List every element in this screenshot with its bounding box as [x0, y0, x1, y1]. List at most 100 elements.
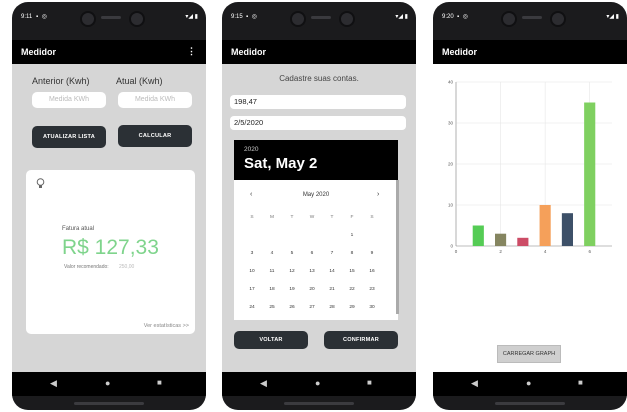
- scrollbar[interactable]: [396, 180, 399, 314]
- calendar-day[interactable]: 1: [342, 230, 362, 242]
- picker-year[interactable]: 2020: [244, 146, 258, 153]
- app-title: Medidor: [442, 47, 477, 57]
- date-picker-dialog: 2020 Sat, May 2 ‹ May 2020 › SMTWTFS1234…: [234, 140, 398, 320]
- anterior-input[interactable]: Medida KWh: [32, 92, 106, 108]
- recents-icon[interactable]: ■: [578, 378, 583, 387]
- status-time: 9:20: [442, 14, 454, 20]
- calendar-day[interactable]: 21: [322, 284, 342, 296]
- calendar-day[interactable]: 12: [282, 266, 302, 278]
- calendar-day[interactable]: 25: [262, 302, 282, 314]
- back-icon[interactable]: ◀: [471, 378, 478, 389]
- bottom-bezel: [495, 402, 565, 405]
- recents-icon[interactable]: ■: [367, 378, 372, 387]
- calendar-day[interactable]: 30: [362, 302, 382, 314]
- weekday-label: M: [270, 215, 274, 220]
- x-tick-label: 6: [588, 249, 591, 254]
- status-time: 9:11: [21, 14, 33, 20]
- y-tick-label: 10: [448, 203, 454, 208]
- y-tick-label: 0: [450, 244, 453, 249]
- calendar-day[interactable]: 4: [262, 248, 282, 260]
- home-icon[interactable]: ●: [526, 378, 531, 388]
- calendar-day[interactable]: 9: [362, 248, 382, 260]
- status-icons-right: ▾◢ ▮: [185, 14, 198, 20]
- anterior-label: Anterior (Kwh): [32, 76, 90, 86]
- y-tick-label: 30: [448, 121, 454, 126]
- calendar-day[interactable]: 22: [342, 284, 362, 296]
- calendar-day[interactable]: 14: [322, 266, 342, 278]
- calcular-button[interactable]: CALCULAR: [118, 125, 192, 147]
- calendar-day-selected[interactable]: 2: [362, 226, 382, 244]
- carregar-graph-button[interactable]: CARREGAR GRAPH: [497, 345, 561, 363]
- calendar-day[interactable]: 16: [362, 266, 382, 278]
- screen-content: Anterior (Kwh) Atual (Kwh) Medida KWh Me…: [12, 64, 206, 372]
- home-icon[interactable]: ●: [315, 378, 320, 388]
- weekday-label: T: [330, 215, 334, 220]
- camera-icon: [290, 11, 306, 27]
- calendar-day[interactable]: 29: [342, 302, 362, 314]
- calendar-day[interactable]: 18: [262, 284, 282, 296]
- atual-input[interactable]: Medida KWh: [118, 92, 192, 108]
- calendar-day[interactable]: 11: [262, 266, 282, 278]
- calendar-day[interactable]: 24: [242, 302, 262, 314]
- calendar-day[interactable]: 15: [342, 266, 362, 278]
- status-icons-left: ▪ ◎: [246, 14, 259, 20]
- bar: [495, 233, 507, 246]
- cadastre-header: Cadastre suas contas.: [279, 74, 359, 83]
- ver-estatisticas-link[interactable]: Ver estatísticas >>: [144, 323, 189, 329]
- next-month-icon[interactable]: ›: [377, 191, 379, 198]
- picker-header: 2020 Sat, May 2: [234, 140, 398, 180]
- back-icon[interactable]: ◀: [260, 378, 267, 389]
- camera-icon: [550, 11, 566, 27]
- calendar-day[interactable]: 27: [302, 302, 322, 314]
- status-icons-right: ▾◢ ▮: [395, 14, 408, 20]
- app-title: Medidor: [231, 47, 266, 57]
- calendar-day[interactable]: 3: [242, 248, 262, 260]
- atualizar-lista-button[interactable]: ATUALIZAR LISTA: [32, 126, 106, 148]
- weekday-label: F: [350, 215, 354, 220]
- phone-screen-2: 9:15 ▪ ◎ ▾◢ ▮ Medidor Cadastre suas cont…: [222, 2, 416, 410]
- calendar-day[interactable]: 5: [282, 248, 302, 260]
- y-tick-label: 40: [448, 80, 454, 85]
- picker-selected-date: Sat, May 2: [244, 155, 318, 172]
- calendar-day[interactable]: 13: [302, 266, 322, 278]
- voltar-button[interactable]: VOLTAR: [234, 331, 308, 349]
- bar: [584, 102, 596, 246]
- calendar-day[interactable]: 26: [282, 302, 302, 314]
- calendar-day[interactable]: 7: [322, 248, 342, 260]
- camera-icon: [80, 11, 96, 27]
- calendar-day[interactable]: 28: [322, 302, 342, 314]
- screen-content: Cadastre suas contas. 198,47 2/5/2020 20…: [222, 64, 416, 372]
- calendar-day[interactable]: 20: [302, 284, 322, 296]
- calendar-day[interactable]: 17: [242, 284, 262, 296]
- calendar-day[interactable]: 8: [342, 248, 362, 260]
- recents-icon[interactable]: ■: [157, 378, 162, 387]
- recomendado-label: Valor recomendado:: [64, 264, 109, 270]
- app-bar: Medidor: [222, 40, 416, 64]
- status-bar: 9:15 ▪ ◎ ▾◢ ▮: [222, 2, 416, 36]
- calendar-day[interactable]: 6: [302, 248, 322, 260]
- bar-chart-svg: 0 10 20 30 40 0 2 4 6: [448, 80, 612, 254]
- fatura-label: Fatura atual: [62, 226, 95, 232]
- month-label: May 2020: [302, 192, 330, 198]
- back-icon[interactable]: ◀: [50, 378, 57, 389]
- speaker-grille: [101, 16, 121, 19]
- nav-bar: ◀ ● ■: [222, 372, 416, 396]
- nav-bar: ◀ ● ■: [12, 372, 206, 396]
- speaker-grille: [522, 16, 542, 19]
- calendar-day[interactable]: 19: [282, 284, 302, 296]
- y-tick-label: 20: [448, 162, 454, 167]
- calendar-day[interactable]: 23: [362, 284, 382, 296]
- camera-icon: [501, 11, 517, 27]
- data-input[interactable]: 2/5/2020: [230, 116, 406, 130]
- home-icon[interactable]: ●: [105, 378, 110, 388]
- more-menu-icon[interactable]: ⋮: [187, 46, 196, 57]
- confirmar-button[interactable]: CONFIRMAR: [324, 331, 398, 349]
- bar: [561, 213, 573, 246]
- calendar-day[interactable]: 10: [242, 266, 262, 278]
- status-icons-left: ▪ ◎: [36, 14, 49, 20]
- recomendado-value: 250,00: [119, 264, 135, 270]
- status-icons-left: ▪ ◎: [457, 14, 470, 20]
- nav-bar: ◀ ● ■: [433, 372, 627, 396]
- valor-input[interactable]: 198,47: [230, 95, 406, 109]
- fatura-value: R$ 127,33: [62, 236, 159, 259]
